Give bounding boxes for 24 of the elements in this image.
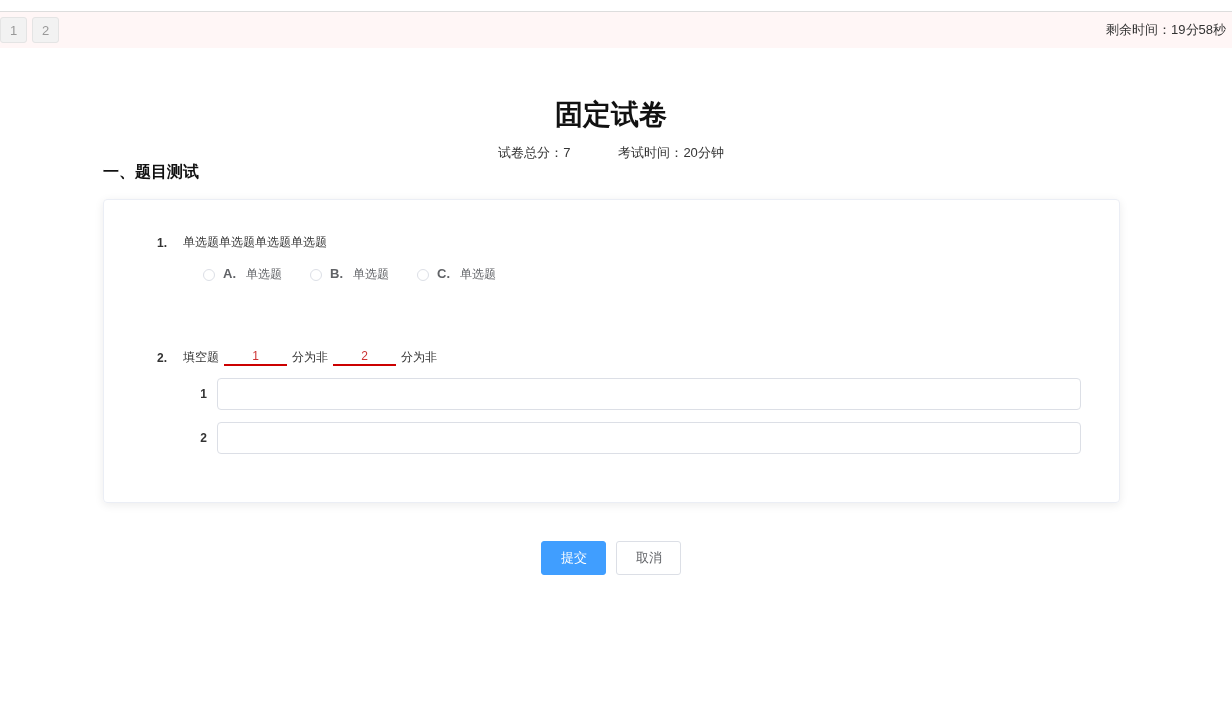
option-label[interactable]: C. 单选题 [417, 266, 496, 283]
question-text: 分为非 [292, 349, 328, 366]
exam-title: 固定试卷 [555, 98, 667, 132]
question-number: 2. [157, 350, 167, 365]
option-label[interactable]: A. 单选题 [203, 266, 282, 283]
radio-button[interactable] [417, 268, 429, 281]
answer-label: 2 [199, 431, 208, 445]
exam-info: 考试时间：20分钟 [618, 144, 724, 162]
blank-line: 2 [333, 349, 396, 366]
cancel-button[interactable]: 取消 [616, 541, 681, 575]
section-heading: 一、题目测试 [103, 163, 199, 180]
input-field[interactable] [217, 422, 1081, 454]
question-text: 填空题 [183, 349, 219, 366]
radio-button[interactable] [310, 268, 322, 281]
remaining-time: 剩余时间：19分58秒 [1106, 21, 1227, 39]
question-number: 1. [157, 235, 167, 250]
option-label[interactable]: B. 单选题 [310, 266, 389, 283]
question-text: 分为非 [401, 349, 437, 366]
question-text: 单选题单选题单选题单选题 [183, 234, 327, 251]
blank-line: 1 [224, 349, 287, 366]
exam-info: 试卷总分：7 [498, 144, 571, 162]
input-field[interactable] [217, 378, 1081, 410]
radio-button[interactable] [203, 268, 215, 281]
answer-label: 1 [199, 387, 208, 401]
